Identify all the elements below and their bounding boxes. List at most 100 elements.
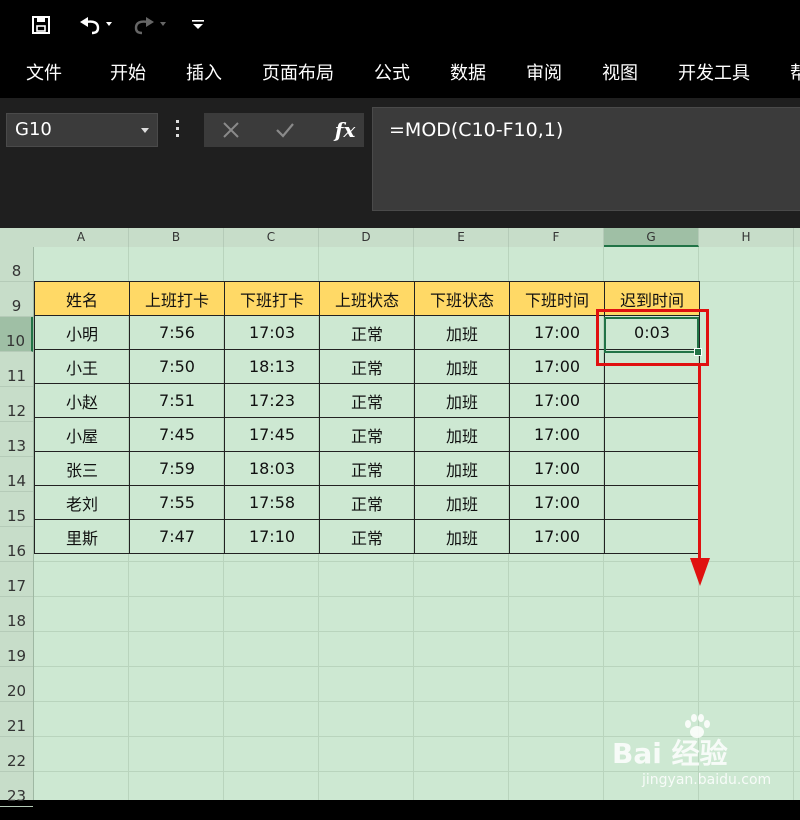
column-header-f[interactable]: F — [509, 228, 604, 247]
cell[interactable]: 正常 — [319, 349, 415, 384]
column-header-g[interactable]: G — [604, 228, 699, 247]
column-heading[interactable]: 上班状态 — [319, 281, 415, 316]
column-header-a[interactable]: A — [34, 228, 129, 247]
redo-icon[interactable] — [126, 12, 170, 38]
cell[interactable]: 加班 — [414, 417, 510, 452]
cell[interactable]: 17:00 — [509, 383, 605, 418]
cell[interactable]: 18:13 — [224, 349, 320, 384]
row-header-10[interactable]: 10 — [0, 317, 33, 352]
cell[interactable]: 7:47 — [129, 519, 225, 554]
cell[interactable]: 小王 — [34, 349, 130, 384]
quick-access-toolbar — [0, 0, 800, 50]
row-header-11[interactable]: 11 — [0, 352, 33, 387]
cell[interactable] — [604, 383, 700, 418]
row-header-16[interactable]: 16 — [0, 527, 33, 562]
column-heading[interactable]: 下班打卡 — [224, 281, 320, 316]
tab-file[interactable]: 文件 — [26, 50, 62, 98]
undo-icon[interactable] — [72, 12, 116, 38]
cell[interactable] — [604, 485, 700, 520]
cell[interactable]: 小赵 — [34, 383, 130, 418]
cell[interactable]: 加班 — [414, 349, 510, 384]
save-icon[interactable] — [28, 12, 54, 38]
column-heading[interactable]: 下班时间 — [509, 281, 605, 316]
cell[interactable]: 加班 — [414, 519, 510, 554]
cell[interactable]: 7:55 — [129, 485, 225, 520]
cell[interactable]: 正常 — [319, 383, 415, 418]
tab-help[interactable]: 帮 — [790, 50, 800, 98]
column-header-e[interactable]: E — [414, 228, 509, 247]
row-header-22[interactable]: 22 — [0, 737, 33, 772]
cell[interactable]: 17:03 — [224, 315, 320, 350]
chevron-down-icon[interactable] — [141, 128, 149, 133]
cell[interactable]: 7:56 — [129, 315, 225, 350]
column-header-c[interactable]: C — [224, 228, 319, 247]
column-header-d[interactable]: D — [319, 228, 414, 247]
cell[interactable]: 17:00 — [509, 417, 605, 452]
tab-review[interactable]: 审阅 — [526, 50, 562, 98]
cell[interactable]: 小明 — [34, 315, 130, 350]
tab-page-layout[interactable]: 页面布局 — [262, 50, 334, 98]
cell[interactable]: 17:45 — [224, 417, 320, 452]
cell[interactable]: 张三 — [34, 451, 130, 486]
row-header-9[interactable]: 9 — [0, 282, 33, 317]
cell[interactable]: 17:23 — [224, 383, 320, 418]
cell[interactable]: 加班 — [414, 383, 510, 418]
more-options-icon[interactable] — [176, 120, 180, 141]
row-header-13[interactable]: 13 — [0, 422, 33, 457]
customize-icon[interactable] — [188, 12, 208, 38]
cell[interactable] — [604, 417, 700, 452]
cell[interactable]: 加班 — [414, 451, 510, 486]
tab-formulas[interactable]: 公式 — [374, 50, 410, 98]
name-box[interactable]: G10 — [6, 113, 158, 147]
cell[interactable]: 加班 — [414, 485, 510, 520]
cell[interactable]: 18:03 — [224, 451, 320, 486]
cell[interactable]: 17:00 — [509, 315, 605, 350]
cell[interactable]: 正常 — [319, 485, 415, 520]
cell[interactable]: 老刘 — [34, 485, 130, 520]
cell[interactable]: 7:50 — [129, 349, 225, 384]
cell[interactable] — [604, 451, 700, 486]
cell[interactable]: 17:10 — [224, 519, 320, 554]
cancel-icon[interactable] — [216, 113, 246, 147]
row-header-21[interactable]: 21 — [0, 702, 33, 737]
cell[interactable]: 7:59 — [129, 451, 225, 486]
cell[interactable]: 7:45 — [129, 417, 225, 452]
row-header-15[interactable]: 15 — [0, 492, 33, 527]
tab-view[interactable]: 视图 — [602, 50, 638, 98]
cell[interactable]: 17:00 — [509, 519, 605, 554]
tab-insert[interactable]: 插入 — [186, 50, 222, 98]
column-heading[interactable]: 下班状态 — [414, 281, 510, 316]
row-header-8[interactable]: 8 — [0, 247, 33, 282]
cell[interactable]: 正常 — [319, 451, 415, 486]
row-header-20[interactable]: 20 — [0, 667, 33, 702]
cell[interactable]: 17:00 — [509, 451, 605, 486]
column-heading[interactable]: 姓名 — [34, 281, 130, 316]
cell[interactable]: 正常 — [319, 417, 415, 452]
column-header-h[interactable]: H — [699, 228, 794, 247]
row-header-17[interactable]: 17 — [0, 562, 33, 597]
row-header-14[interactable]: 14 — [0, 457, 33, 492]
formula-input[interactable]: =MOD(C10-F10,1) — [372, 107, 800, 211]
cell[interactable]: 正常 — [319, 315, 415, 350]
cell[interactable]: 17:00 — [509, 349, 605, 384]
cell[interactable]: 里斯 — [34, 519, 130, 554]
row-header-18[interactable]: 18 — [0, 597, 33, 632]
tab-data[interactable]: 数据 — [450, 50, 486, 98]
cell[interactable]: 小屋 — [34, 417, 130, 452]
cell[interactable]: 正常 — [319, 519, 415, 554]
cell[interactable]: 7:51 — [129, 383, 225, 418]
column-heading[interactable]: 上班打卡 — [129, 281, 225, 316]
cell[interactable]: 17:00 — [509, 485, 605, 520]
insert-function-button[interactable]: fx — [328, 113, 362, 147]
tab-developer[interactable]: 开发工具 — [678, 50, 750, 98]
row-header-23[interactable]: 23 — [0, 772, 33, 807]
cell[interactable] — [604, 519, 700, 554]
tab-home[interactable]: 开始 — [110, 50, 146, 98]
enter-icon[interactable] — [270, 113, 300, 147]
cell[interactable]: 加班 — [414, 315, 510, 350]
row-header-19[interactable]: 19 — [0, 632, 33, 667]
cell[interactable]: 17:58 — [224, 485, 320, 520]
row-header-12[interactable]: 12 — [0, 387, 33, 422]
column-header-b[interactable]: B — [129, 228, 224, 247]
watermark-logo: Bai 经验 — [612, 737, 728, 770]
